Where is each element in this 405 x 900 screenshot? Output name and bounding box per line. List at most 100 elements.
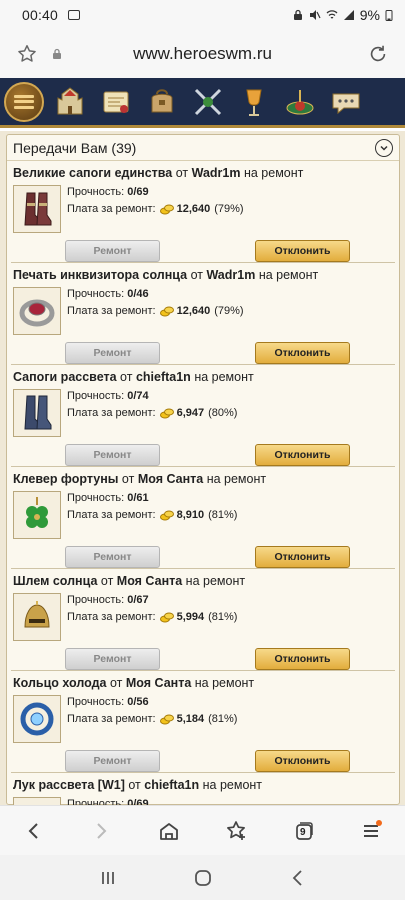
item-thumbnail[interactable] [13,389,61,437]
repair-fee-percent: (79%) [214,305,244,317]
panel-title: Передачи Вам (39) [13,139,137,156]
repair-fee-percent: (79%) [214,203,244,215]
from-label: от [109,676,123,690]
inventory-button[interactable] [142,82,182,122]
crossed-swords-icon [194,88,222,115]
system-nav-bar [0,855,405,900]
decline-button[interactable]: Отклонить [255,648,350,670]
lock-icon [53,48,61,59]
transfer-item: Великие сапоги единства от Wadr1m на рем… [11,161,395,263]
goblet-icon [246,89,262,116]
castle-button[interactable] [50,82,90,122]
repair-fee-value: 8,910 [176,509,205,521]
repair-button[interactable]: Ремонт [65,444,160,466]
notification-dot [376,819,383,826]
browser-toolbar: 9 [0,805,405,855]
repair-button[interactable]: Ремонт [65,750,160,772]
battery-percent: 9% [359,7,380,23]
transfer-item: Печать инквизитора солнца от Wadr1m на р… [11,263,395,365]
tabs-button[interactable]: 9 [284,811,324,851]
tavern-button[interactable] [234,82,274,122]
forward-arrow-icon [97,822,107,839]
from-label: от [128,778,141,792]
gold-icon [159,306,174,317]
bookmark-star-icon[interactable] [16,43,38,65]
sender-name[interactable]: chiefta1n [136,370,191,384]
repair-fee-label: Плата за ремонт: [67,611,156,623]
repair-fee-value: 6,947 [176,407,205,419]
sender-name[interactable]: Моя Санта [138,472,203,486]
gold-icon [159,408,174,419]
item-name[interactable]: Сапоги рассвета [13,370,117,384]
decline-button[interactable]: Отклонить [255,750,350,772]
from-label: от [120,370,133,384]
tab-count: 9 [299,827,306,838]
menu-button[interactable] [4,81,44,122]
durability-value: 0/69 [127,798,149,805]
forward-button[interactable] [81,811,121,851]
map-button[interactable] [96,82,136,122]
item-thumbnail[interactable] [13,287,61,335]
for-repair-label: на ремонт [194,676,255,690]
item-thumbnail[interactable] [13,491,61,539]
repair-fee-value: 12,640 [176,305,211,317]
back-button[interactable] [14,811,54,851]
repair-button[interactable]: Ремонт [65,546,160,568]
collapse-button[interactable] [375,138,393,157]
clover-icon [26,497,48,528]
decline-button[interactable]: Отклонить [255,546,350,568]
durability-label: Прочность: [67,594,125,606]
home-button[interactable] [149,811,189,851]
item-name[interactable]: Кольцо холода [13,676,106,690]
item-thumbnail[interactable] [13,593,61,641]
repair-button[interactable]: Ремонт [65,648,160,670]
home-circle-icon[interactable] [193,868,213,888]
battles-button[interactable] [188,82,228,122]
transfer-line: Кольцо холода от Моя Санта на ремонт [13,676,254,690]
from-label: от [175,166,189,180]
browser-menu-button[interactable] [351,811,391,851]
decline-button[interactable]: Отклонить [255,444,350,466]
repair-button[interactable]: Ремонт [65,240,160,262]
dawn-boots-icon [24,395,52,430]
sender-name[interactable]: Моя Санта [126,676,191,690]
sender-name[interactable]: chiefta1n [144,778,199,792]
repair-fee-label: Плата за ремонт: [67,509,156,521]
item-thumbnail[interactable] [13,695,61,743]
sender-name[interactable]: Моя Санта [117,574,182,588]
durability-value: 0/56 [127,696,149,708]
item-name[interactable]: Клевер фортуны [13,472,118,486]
transfer-item: Лук рассвета [W1] от chiefta1n на ремонт… [11,773,395,805]
item-name[interactable]: Великие сапоги единства [13,166,172,180]
decline-button[interactable]: Отклонить [255,342,350,364]
roulette-button[interactable] [280,82,320,122]
decline-button[interactable]: Отклонить [255,240,350,262]
repair-fee-percent: (80%) [208,407,238,419]
durability-label: Прочность: [67,186,125,198]
repair-button[interactable]: Ремонт [65,342,160,364]
durability-row: Прочность: 0/56 [67,696,149,708]
durability-value: 0/69 [127,186,149,198]
sender-name[interactable]: Wadr1m [206,268,255,282]
sender-name[interactable]: Wadr1m [192,166,241,180]
item-name[interactable]: Печать инквизитора солнца [13,268,187,282]
repair-fee-row: Плата за ремонт: 5,994 (81%) [67,611,237,623]
item-name[interactable]: Лук рассвета [W1] [13,778,125,792]
gallery-notification-icon [68,10,81,20]
repair-fee-row: Плата за ремонт: 12,640 (79%) [67,305,244,317]
system-back-icon[interactable] [288,868,308,888]
bookmarks-button[interactable] [216,811,256,851]
item-thumbnail[interactable] [13,797,61,805]
durability-row: Прочность: 0/67 [67,594,149,606]
chat-button[interactable] [326,82,366,122]
mute-icon [309,10,321,20]
reload-icon[interactable] [367,43,389,65]
item-name[interactable]: Шлем солнца [13,574,97,588]
from-label: от [100,574,114,588]
repair-fee-label: Плата за ремонт: [67,203,156,215]
item-thumbnail[interactable] [13,185,61,233]
durability-row: Прочность: 0/46 [67,288,149,300]
durability-row: Прочность: 0/74 [67,390,149,402]
recent-apps-icon[interactable] [98,868,118,888]
status-time: 00:40 [22,7,59,23]
